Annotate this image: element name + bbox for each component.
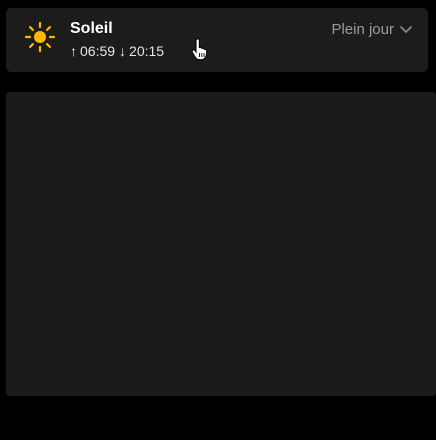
mode-label: Plein jour	[331, 21, 394, 38]
sunset-arrow-icon: ↓	[119, 43, 127, 59]
sun-times: ↑ 06:59 ↓ 20:15	[70, 43, 164, 59]
content-panel	[6, 92, 436, 396]
mode-dropdown[interactable]: Plein jour	[331, 21, 412, 38]
sun-icon	[24, 21, 56, 53]
chevron-down-icon	[400, 25, 412, 33]
sun-card[interactable]: Soleil ↑ 06:59 ↓ 20:15 Plein jour	[6, 8, 428, 72]
hand-cursor-icon	[191, 38, 208, 61]
sunrise-time: 06:59	[80, 43, 116, 59]
card-title: Soleil	[70, 20, 113, 37]
sunrise-arrow-icon: ↑	[70, 43, 77, 59]
sunset-time: 20:15	[129, 43, 165, 59]
